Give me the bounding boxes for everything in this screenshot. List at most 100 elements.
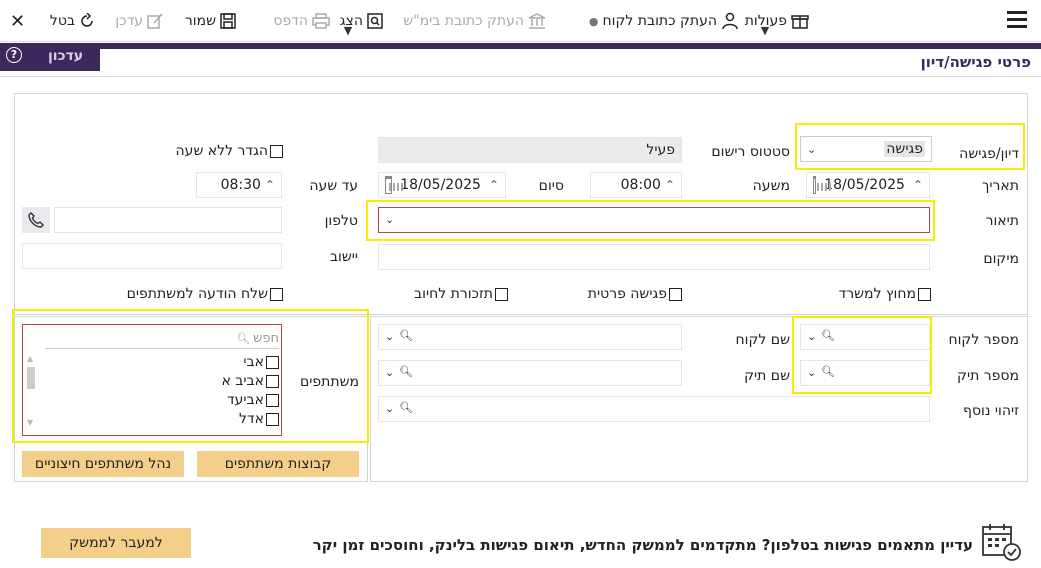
spinner-icon[interactable]: ⌃ [489,178,499,192]
list-item[interactable]: אבי [222,353,279,372]
date-field[interactable]: 18/05/2025 ⌃ [806,172,930,198]
menu-icon[interactable] [1007,11,1027,29]
list-item[interactable]: אביעד [222,391,279,410]
billing-reminder-checkbox[interactable]: תזכורת לחיוב [414,286,508,302]
help-icon[interactable]: ? [6,47,22,63]
bank-icon [528,13,546,29]
checkbox-icon[interactable] [495,287,508,301]
record-status-field: פעיל [378,137,682,163]
spinner-icon[interactable]: ⌃ [265,178,275,192]
phone-label: טלפון [324,213,358,229]
participants-items: אבי אביב א אביעד אדל [222,353,279,429]
outside-office-label: מחוץ למשרד [838,286,916,302]
case-name-label: שם תיק [744,368,790,384]
calendar-icon[interactable] [385,176,404,194]
scrollbar[interactable]: ▲ ▼ [27,355,35,431]
from-time-label: משעה [752,178,790,194]
record-status-label: סטטוס רישום [711,144,790,160]
checkbox-icon[interactable] [266,375,279,388]
chevron-down-icon[interactable]: ⌄ [385,366,394,379]
toolbar: פעולות ▼ העתק כתובת לקוח ● העתק כתובת בי… [0,0,1041,42]
checkbox-icon[interactable] [669,287,682,301]
to-time-value: 08:30 [220,177,261,193]
meeting-details-panel [14,93,1028,315]
phone-input[interactable] [54,207,282,233]
list-item[interactable]: אביב א [222,372,279,391]
checkbox-icon[interactable] [918,287,931,301]
case-number-input[interactable]: ⌄ 🔍︎ [800,360,930,386]
client-name-input[interactable]: ⌄ 🔍︎ [378,324,682,350]
date-value: 18/05/2025 [824,177,905,193]
checkbox-icon[interactable] [270,144,283,158]
cancel-button[interactable]: בטל [50,10,95,32]
participant-name: אדל [239,411,264,427]
spinner-icon[interactable]: ⌃ [665,178,675,192]
checkbox-icon[interactable] [266,356,279,369]
search-icon[interactable]: 🔍︎ [821,329,835,342]
title-left-band: ? עדכון [0,43,100,71]
save-button[interactable]: שמור [185,10,236,32]
to-time-field[interactable]: 08:30 ⌃ [196,172,282,198]
search-icon[interactable]: 🔍︎ [399,329,413,342]
participant-name: אבי [243,354,264,370]
chevron-down-icon[interactable]: ⌄ [807,366,816,379]
chevron-down-icon: ⌄ [807,143,817,156]
checkbox-icon[interactable] [266,413,279,426]
phone-call-button[interactable] [22,207,50,233]
notify-participants-checkbox[interactable]: שלח הודעה למשתתפים [127,286,283,302]
floppy-disk-icon [220,13,236,29]
meeting-type-select[interactable]: פגישה ⌄ [800,136,932,162]
promo-text: עדיין מתאמים פגישות בטלפון? מתקדמים לממש… [312,536,973,554]
actions-button[interactable]: פעולות ▼ [745,10,809,37]
copy-court-address-button[interactable]: העתק כתובת בימ"ש [403,10,546,32]
checkbox-icon[interactable] [266,394,279,407]
date-label: תאריך [981,178,1019,194]
participants-list[interactable]: חפש 🔍︎ ▲ ▼ אבי אביב א אביעד אדל [22,324,282,436]
no-time-checkbox[interactable]: הגדר ללא שעה [176,143,283,159]
client-number-input[interactable]: ⌄ 🔍︎ [800,324,930,350]
outside-office-checkbox[interactable]: מחוץ למשרד [839,286,931,302]
edit-tab[interactable]: עדכון [48,48,83,64]
case-name-input[interactable]: ⌄ 🔍︎ [378,360,682,386]
print-label: הדפס [273,13,308,29]
search-icon[interactable]: 🔍︎ [399,401,413,414]
calendar-icon[interactable] [813,176,833,194]
chevron-down-icon[interactable]: ⌄ [807,330,816,343]
private-meeting-checkbox[interactable]: פגישה פרטית [588,286,682,302]
close-icon[interactable]: ✕ [10,10,25,32]
extra-id-input[interactable]: ⌄ 🔍︎ [378,396,930,422]
description-label: תיאור [985,213,1019,229]
settlement-input[interactable] [22,243,282,269]
from-time-value: 08:00 [620,177,661,193]
chevron-down-icon[interactable]: ⌄ [385,330,394,343]
switch-interface-button[interactable]: למעבר לממשק [41,528,191,558]
list-item[interactable]: אדל [222,410,279,429]
search-icon[interactable]: 🔍︎ [399,365,413,378]
location-input[interactable] [378,244,930,270]
copy-client-address-button[interactable]: העתק כתובת לקוח ● [589,10,739,32]
spinner-icon[interactable]: ⌃ [913,178,923,192]
end-label: סיום [538,178,564,194]
private-meeting-label: פגישה פרטית [587,286,667,302]
print-button[interactable]: הדפס [273,10,330,32]
copy-client-address-label: העתק כתובת לקוח [602,13,717,29]
edit-button[interactable]: עדכן [115,10,163,32]
location-label: מיקום [983,251,1019,267]
end-date-field[interactable]: 18/05/2025 ⌃ [378,172,506,198]
participant-name: אביעד [227,392,264,408]
pencil-icon [147,13,163,29]
from-time-field[interactable]: 08:00 ⌃ [590,172,682,198]
participant-groups-button[interactable]: קבוצות משתתפים [197,451,359,477]
record-status-value: פעיל [646,142,675,158]
chevron-down-icon: ⌄ [385,213,395,226]
checkbox-icon[interactable] [270,287,283,301]
search-icon[interactable]: 🔍︎ [821,365,835,378]
caret-down-icon: ▼ [760,24,770,37]
chevron-down-icon[interactable]: ⌄ [385,402,394,415]
title-bar: פרטי פגישה/דיון ? עדכון [0,43,1041,77]
manage-external-participants-button[interactable]: נהל משתתפים חיצוניים [22,451,184,477]
meeting-type-label: דיון/פגישה [959,146,1019,162]
participants-search[interactable]: חפש 🔍︎ [45,329,279,349]
description-input[interactable]: ⌄ [378,207,930,233]
show-button[interactable]: הצג ▼ [340,10,383,37]
